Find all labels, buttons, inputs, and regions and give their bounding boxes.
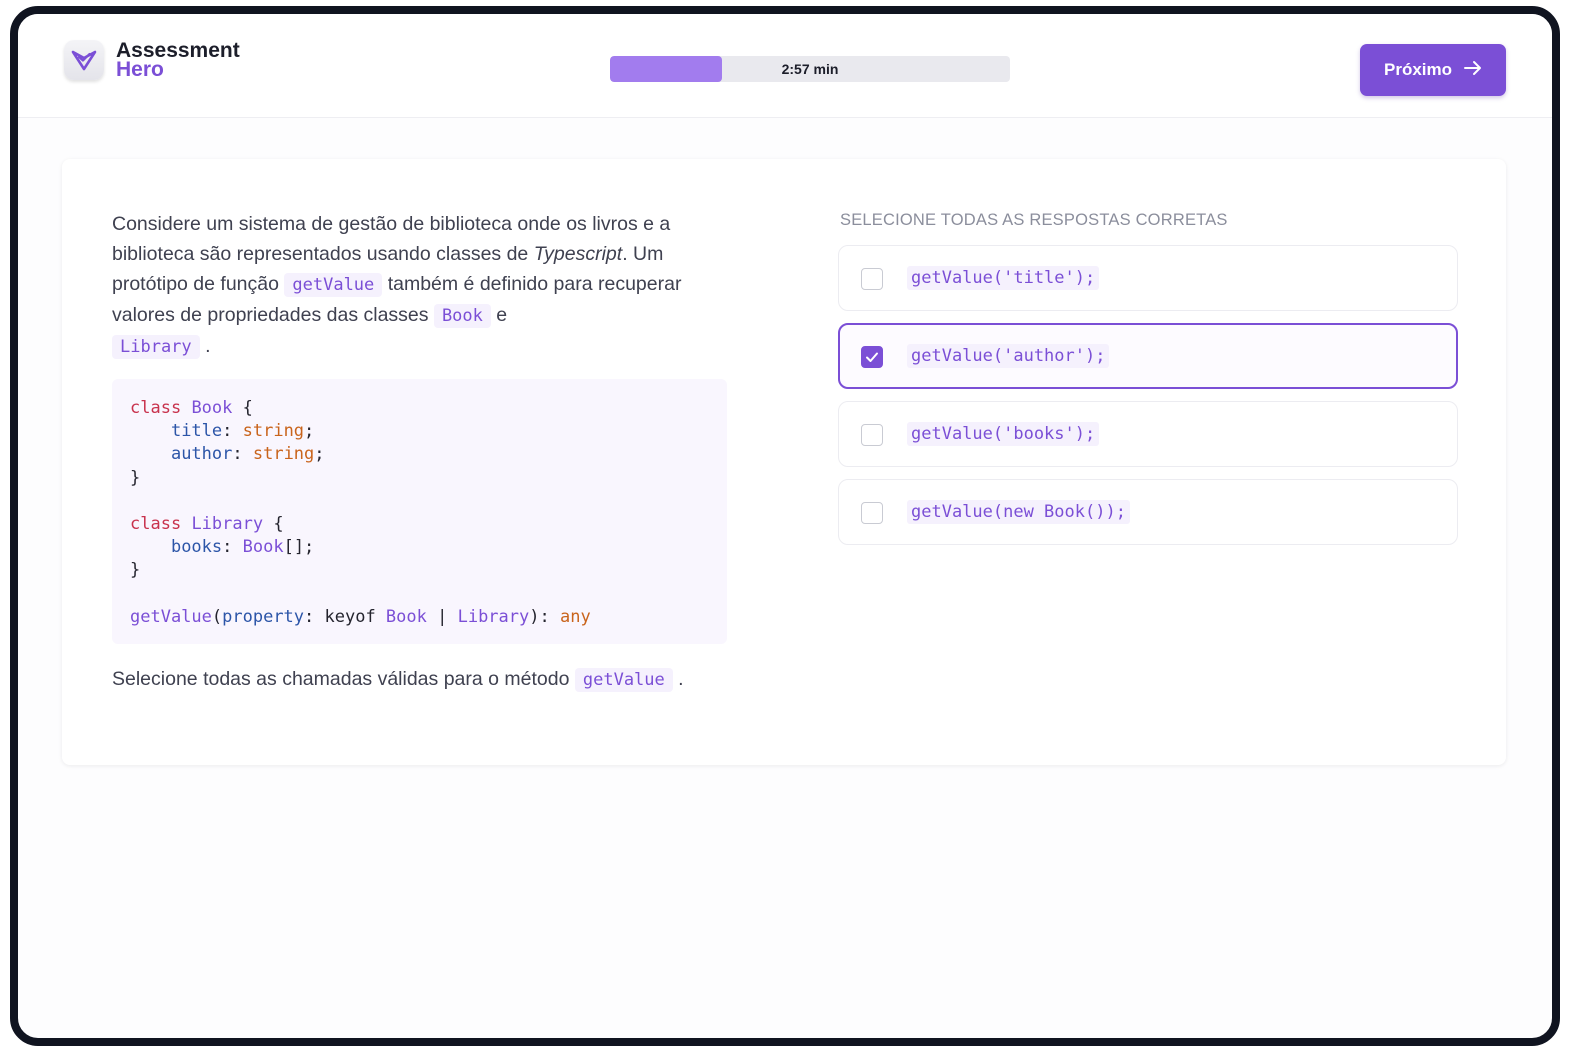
- option-code-label: getValue('title');: [907, 266, 1100, 290]
- answer-option-title[interactable]: getValue('title');: [838, 245, 1458, 311]
- answers-instruction-label: SELECIONE TODAS AS RESPOSTAS CORRETAS: [840, 211, 1228, 229]
- brand-name: Assessment Hero: [116, 40, 240, 81]
- code-token: ):: [529, 606, 560, 627]
- timer-progress-bar: 2:57 min: [610, 56, 1010, 82]
- next-button[interactable]: Próximo: [1360, 44, 1506, 96]
- question-instruction: Selecione todas as chamadas válidas para…: [112, 664, 752, 695]
- code-snippet: class Book { title: string; author: stri…: [112, 379, 727, 644]
- answer-option-author[interactable]: getValue('author');: [838, 323, 1458, 389]
- code-token: |: [426, 606, 458, 627]
- instruction-text: Selecione todas as chamadas válidas para…: [112, 668, 575, 690]
- next-button-label: Próximo: [1383, 60, 1453, 79]
- code-token: {: [232, 398, 253, 418]
- code-token: Library: [457, 606, 530, 627]
- code-token: Book: [191, 398, 233, 418]
- code-token: Book: [242, 537, 284, 558]
- option-checkbox[interactable]: [861, 502, 883, 524]
- logo-shield-icon: [64, 40, 104, 80]
- question-text-part: .: [199, 335, 211, 357]
- arrow-right-icon: [1464, 60, 1482, 81]
- option-code-label: getValue('author');: [907, 344, 1110, 368]
- option-checkbox-checked[interactable]: [861, 346, 883, 368]
- code-token: {: [263, 514, 284, 535]
- code-token: property: [222, 606, 305, 627]
- code-token: author: [170, 444, 233, 465]
- code-token: :: [232, 444, 253, 465]
- question-card: Considere um sistema de gestão de biblio…: [62, 159, 1506, 765]
- code-token: [];: [283, 537, 315, 558]
- option-checkbox[interactable]: [861, 424, 883, 446]
- option-checkbox[interactable]: [861, 268, 883, 290]
- code-token: }: [130, 560, 141, 581]
- brand-line2: Hero: [116, 58, 164, 81]
- code-token: Library: [191, 514, 264, 535]
- option-code-label: getValue(new Book());: [907, 500, 1130, 524]
- checkmark-icon: [866, 352, 878, 362]
- code-token: getValue: [130, 606, 212, 627]
- inline-code-book: Book: [433, 304, 491, 328]
- code-token: books: [170, 537, 223, 558]
- inline-code-getvalue: getValue: [284, 273, 383, 297]
- code-token: ;: [314, 444, 325, 465]
- code-token: (: [211, 606, 223, 627]
- code-token: ;: [304, 421, 315, 442]
- code-token: }: [130, 467, 141, 488]
- code-token: string: [242, 421, 305, 442]
- question-text-part: e: [490, 304, 508, 326]
- question-paragraph: Considere um sistema de gestão de biblio…: [112, 209, 732, 362]
- code-token: :: [222, 537, 243, 558]
- code-token: class: [130, 398, 182, 418]
- code-token: Book: [385, 606, 427, 627]
- inline-code-library: Library: [112, 335, 200, 359]
- question-text: Considere um sistema de gestão de biblio…: [112, 209, 732, 362]
- code-token: string: [252, 444, 315, 465]
- instruction-text-end: .: [672, 668, 684, 690]
- question-italic-typescript: Typescript: [533, 243, 623, 265]
- brand-logo[interactable]: Assessment Hero: [64, 40, 240, 80]
- code-token: title: [170, 421, 223, 442]
- option-code-label: getValue('books');: [907, 422, 1100, 446]
- code-token: : keyof: [304, 606, 386, 627]
- top-bar: Assessment Hero 2:57 min Próximo: [18, 14, 1552, 118]
- answer-option-new-book[interactable]: getValue(new Book());: [838, 479, 1458, 545]
- code-token: any: [559, 606, 591, 627]
- timer-label: 2:57 min: [781, 61, 839, 77]
- code-token: :: [222, 421, 243, 442]
- app-frame: Assessment Hero 2:57 min Próximo Conside…: [10, 6, 1560, 1046]
- answer-option-books[interactable]: getValue('books');: [838, 401, 1458, 467]
- inline-code-getvalue-footer: getValue: [574, 668, 673, 692]
- code-token: class: [130, 514, 182, 535]
- answers-panel: SELECIONE TODAS AS RESPOSTAS CORRETAS ge…: [838, 211, 1458, 545]
